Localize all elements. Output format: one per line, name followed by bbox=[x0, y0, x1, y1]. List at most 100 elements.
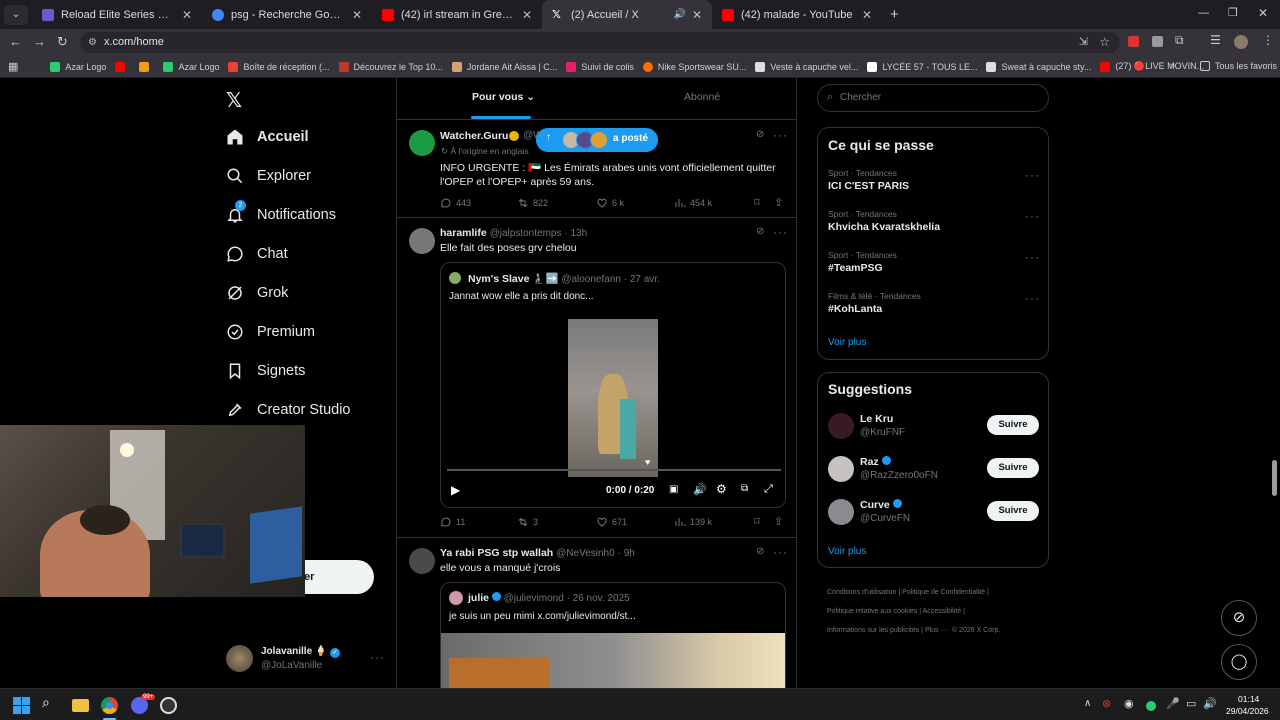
quoted-media[interactable] bbox=[441, 633, 785, 688]
tab-x-home[interactable]: 𝕏 (2) Accueil / X 🔊 ✕ bbox=[542, 0, 712, 29]
site-info-icon[interactable]: ⚙ bbox=[88, 32, 97, 53]
close-tab-icon[interactable]: ✕ bbox=[862, 8, 872, 22]
tray-steam-icon[interactable]: ◉ bbox=[1124, 697, 1141, 714]
file-explorer-icon[interactable] bbox=[72, 699, 89, 712]
quoted-tweet[interactable]: Nym's Slave 🧎‍♂️➡️ @aloonefann · 27 avr.… bbox=[440, 262, 786, 508]
apps-grid-icon[interactable]: ▦ bbox=[8, 60, 18, 73]
trend-item[interactable]: Sport · Tendances #TeamPSG ··· bbox=[828, 250, 1040, 274]
close-tab-icon[interactable]: ✕ bbox=[522, 8, 532, 22]
more-icon[interactable]: ··· bbox=[773, 225, 788, 239]
forward-icon[interactable]: → bbox=[33, 34, 46, 49]
bookmark-veste[interactable]: Veste à capuche vel... bbox=[755, 61, 858, 72]
media-icon[interactable]: ☰ bbox=[1210, 33, 1221, 47]
nav-grok[interactable]: Grok bbox=[226, 284, 288, 302]
more-icon[interactable]: ··· bbox=[773, 128, 788, 142]
more-bookmarks-icon[interactable]: » bbox=[1170, 60, 1175, 70]
close-window-button[interactable]: ✕ bbox=[1258, 6, 1268, 20]
tweet-haramlife[interactable]: haramlife @jalpstontemps · 13h Elle fait… bbox=[397, 218, 796, 538]
settings-gear-icon[interactable]: ⚙ bbox=[716, 482, 727, 496]
repost-button[interactable]: 822 bbox=[517, 197, 548, 209]
chrome-icon[interactable] bbox=[101, 697, 118, 714]
bookmark-sweat[interactable]: Sweat à capuche sty... bbox=[986, 61, 1091, 72]
repost-button[interactable]: 3 bbox=[517, 516, 538, 528]
bookmark-orange[interactable] bbox=[139, 61, 154, 72]
reload-icon[interactable]: ↻ bbox=[57, 34, 68, 50]
like-button[interactable]: 671 bbox=[596, 516, 627, 528]
account-more-icon[interactable]: ··· bbox=[370, 650, 385, 664]
captions-icon[interactable]: ▣ bbox=[669, 484, 678, 495]
extensions-puzzle-icon[interactable]: ⧉ bbox=[1175, 33, 1184, 48]
close-tab-icon[interactable]: ✕ bbox=[182, 8, 192, 22]
trend-item[interactable]: Sport · Tendances ICI C'EST PARIS ··· bbox=[828, 168, 1040, 192]
nav-home[interactable]: Accueil bbox=[226, 128, 309, 146]
restore-button[interactable]: ❐ bbox=[1228, 6, 1238, 19]
bookmark-azar-logo-1[interactable]: Azar Logo bbox=[50, 61, 106, 72]
grok-icon[interactable]: ⊘ bbox=[756, 546, 764, 557]
speaker-icon[interactable]: 🔊 bbox=[673, 9, 685, 20]
obs-icon[interactable] bbox=[160, 697, 177, 714]
see-more-link[interactable]: Voir plus bbox=[828, 546, 866, 557]
profile-avatar[interactable] bbox=[1234, 35, 1248, 49]
share-icon[interactable]: ⇪ bbox=[774, 515, 783, 528]
tab-youtube-malade[interactable]: (42) malade - YouTube ✕ bbox=[712, 0, 882, 29]
more-icon[interactable]: ··· bbox=[1025, 168, 1040, 182]
trend-item[interactable]: Sport · Tendances Khvicha Kvaratskhelia … bbox=[828, 209, 1040, 233]
all-bookmarks-folder[interactable]: Tous les favoris bbox=[1200, 61, 1277, 71]
new-tab-button[interactable]: + bbox=[890, 6, 899, 23]
tab-youtube-stream[interactable]: (42) irl stream in Grenada go✕ bbox=[372, 0, 542, 29]
windows-start-icon[interactable] bbox=[13, 697, 30, 714]
more-icon[interactable]: ··· bbox=[1025, 209, 1040, 223]
reply-button[interactable]: 11 bbox=[440, 516, 465, 528]
tray-app-icon[interactable]: ⊗ bbox=[1102, 697, 1119, 714]
volume-icon[interactable]: 🔊 bbox=[1203, 697, 1220, 714]
account-switcher[interactable]: Jolavanille 🍦 ✓ @JoLaVanille ··· bbox=[226, 644, 386, 674]
nav-chat[interactable]: Chat bbox=[226, 245, 288, 263]
more-icon[interactable]: ··· bbox=[1025, 250, 1040, 264]
tweet-ya-rabi-psg[interactable]: Ya rabi PSG stp wallah @NeVesinh0 · 9h e… bbox=[397, 538, 796, 688]
grok-icon[interactable]: ⊘ bbox=[756, 129, 764, 140]
video-progress-track[interactable] bbox=[447, 469, 781, 471]
bookmark-top10[interactable]: Découvrez le Top 10... bbox=[338, 61, 443, 72]
nav-premium[interactable]: Premium bbox=[226, 323, 315, 341]
views-button[interactable]: 454 k bbox=[674, 197, 712, 209]
tab-for-you[interactable]: Pour vous ⌄ bbox=[472, 91, 535, 103]
close-tab-icon[interactable]: ✕ bbox=[692, 8, 702, 22]
install-icon[interactable]: ⇲ bbox=[1079, 32, 1088, 53]
nav-bookmarks[interactable]: Signets bbox=[226, 362, 305, 380]
x-logo-icon[interactable]: 𝕏 bbox=[226, 88, 242, 113]
quoted-tweet[interactable]: julie @julievimond · 26 nov. 2025 je sui… bbox=[440, 582, 786, 688]
tab-list-button[interactable]: ⌄ bbox=[4, 4, 28, 25]
bookmark-azar-logo-2[interactable]: Azar Logo bbox=[163, 61, 219, 72]
more-icon[interactable]: ··· bbox=[1025, 291, 1040, 305]
back-icon[interactable]: ← bbox=[9, 34, 22, 49]
bookmark-youtube[interactable] bbox=[115, 61, 130, 72]
follow-button[interactable]: Suivre bbox=[987, 458, 1039, 478]
see-more-link[interactable]: Voir plus bbox=[828, 337, 866, 348]
tray-status-icon[interactable] bbox=[1146, 701, 1156, 711]
clock-time[interactable]: 01:14 bbox=[1238, 694, 1259, 704]
extension-red-icon[interactable] bbox=[1128, 36, 1139, 47]
play-icon[interactable]: ▶ bbox=[451, 483, 460, 497]
extension-grey-icon[interactable] bbox=[1152, 36, 1163, 47]
video-player[interactable]: ♥ ▶ 0:00 / 0:20 ▣ 🔊 ⚙ ⧉ ⤢ bbox=[441, 313, 785, 507]
bookmark-lycee[interactable]: LYCÉE 57 - TOUS LE... bbox=[867, 61, 977, 72]
volume-icon[interactable]: 🔊 bbox=[693, 483, 707, 496]
share-icon[interactable]: ⇪ bbox=[774, 196, 783, 209]
bookmark-suivi-colis[interactable]: Suivi de colis bbox=[566, 61, 634, 72]
search-input[interactable]: ⌕ Chercher bbox=[817, 84, 1049, 112]
bookmark-live[interactable]: (27) 🔴LIVE MOVIN... bbox=[1100, 61, 1204, 72]
microphone-icon[interactable]: 🎤 bbox=[1166, 697, 1183, 714]
nav-notifications[interactable]: Notifications 2 bbox=[226, 200, 336, 224]
bookmark-icon[interactable]: ⌑ bbox=[754, 196, 760, 209]
clock-date[interactable]: 29/04/2026 bbox=[1226, 706, 1269, 716]
bookmark-nike[interactable]: Nike Sportswear SU... bbox=[642, 61, 746, 72]
tab-reload[interactable]: Reload Elite Series Opens in Eu✕ bbox=[32, 0, 202, 29]
close-tab-icon[interactable]: ✕ bbox=[352, 8, 362, 22]
page-scrollbar[interactable] bbox=[1272, 460, 1277, 496]
grok-icon[interactable]: ⊘ bbox=[756, 226, 764, 237]
menu-kebab-icon[interactable]: ⋮ bbox=[1262, 33, 1274, 47]
url-field[interactable]: ⚙ x.com/home ⇲ ☆ bbox=[80, 32, 1120, 53]
network-icon[interactable]: ▭ bbox=[1186, 697, 1203, 714]
bookmark-jordane[interactable]: Jordane Ait Aissa | C... bbox=[451, 61, 557, 72]
more-icon[interactable]: ··· bbox=[773, 545, 788, 559]
